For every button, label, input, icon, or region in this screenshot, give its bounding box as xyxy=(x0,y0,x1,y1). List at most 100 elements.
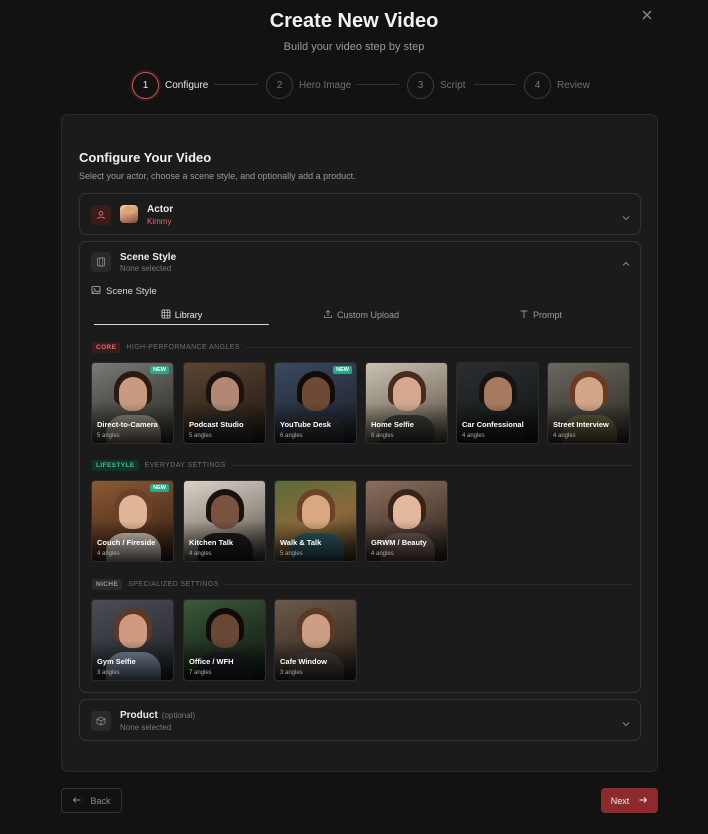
back-label: Back xyxy=(90,795,111,806)
tab-prompt[interactable]: Prompt xyxy=(453,305,628,325)
product-value: None selected xyxy=(120,723,172,732)
page-title: Create New Video xyxy=(269,10,439,32)
step-hero-image[interactable]: 2 Hero Image xyxy=(266,71,351,99)
tile-angles: 4 angles xyxy=(462,433,485,439)
new-badge: NEW xyxy=(150,484,169,492)
tab-custom-upload[interactable]: Custom Upload xyxy=(272,305,450,325)
scene-tile[interactable]: Office / WFH 7 angles xyxy=(183,599,266,681)
tile-name: Kitchen Talk xyxy=(189,538,234,547)
tile-name: Home Selfie xyxy=(371,420,414,429)
scene-tile[interactable]: Home Selfie 8 angles xyxy=(365,362,448,444)
panel-title: Configure Your Video xyxy=(79,150,212,165)
product-title: Product xyxy=(120,710,158,721)
scene-tile[interactable]: Podcast Studio 5 angles xyxy=(183,362,266,444)
arrow-left-icon xyxy=(72,795,82,807)
tile-name: Office / WFH xyxy=(189,657,234,666)
scene-tile[interactable]: Kitchen Talk 4 angles xyxy=(183,480,266,562)
tab-library[interactable]: Library xyxy=(94,305,269,325)
tile-angles: 3 angles xyxy=(97,670,120,676)
user-icon xyxy=(91,205,111,225)
tile-name: Cafe Window xyxy=(280,657,328,666)
step-number: 1 xyxy=(132,71,159,99)
section-header-core: CORE HIGH-PERFORMANCE ANGLES xyxy=(92,341,632,353)
tile-angles: 6 angles xyxy=(280,433,303,439)
field-label-text: Scene Style xyxy=(106,285,157,297)
tab-label: Library xyxy=(174,309,203,320)
section-badge: CORE xyxy=(92,341,121,353)
tile-name: Direct-to-Camera xyxy=(97,420,158,429)
scene-style-card: Scene Style None selected Scene Style Li… xyxy=(79,241,641,693)
section-label: HIGH-PERFORMANCE ANGLES xyxy=(126,343,240,351)
actor-title: Actor xyxy=(147,204,174,215)
divider xyxy=(224,583,632,585)
tile-angles: 4 angles xyxy=(553,433,576,439)
tile-name: Walk & Talk xyxy=(280,538,322,547)
tile-angles: 3 angles xyxy=(280,670,303,676)
tile-name: Gym Selfie xyxy=(97,657,136,666)
divider xyxy=(231,464,632,466)
actor-card[interactable]: Actor Kimmy xyxy=(79,193,641,235)
tile-angles: 7 angles xyxy=(189,670,212,676)
step-label: Script xyxy=(440,79,466,91)
tile-angles: 4 angles xyxy=(189,551,212,557)
package-icon xyxy=(91,711,111,731)
actor-value: Kimmy xyxy=(147,217,172,226)
scene-tile[interactable]: Gym Selfie 3 angles xyxy=(91,599,174,681)
chevron-down-icon[interactable] xyxy=(621,716,631,727)
step-review[interactable]: 4 Review xyxy=(524,71,590,99)
product-card[interactable]: Product (optional) None selected xyxy=(79,699,641,741)
scene-tile[interactable]: GRWM / Beauty 4 angles xyxy=(365,480,448,562)
step-number: 4 xyxy=(524,71,551,99)
scene-tile[interactable]: Street Interview 4 angles xyxy=(547,362,630,444)
tile-angles: 4 angles xyxy=(371,551,394,557)
page-subtitle: Build your video step by step xyxy=(283,41,425,53)
optional-label: (optional) xyxy=(161,711,196,720)
step-configure[interactable]: 1 Configure xyxy=(132,71,208,99)
text-icon xyxy=(519,309,529,321)
next-button[interactable]: Next xyxy=(601,788,658,813)
step-label: Configure xyxy=(165,79,209,91)
image-icon xyxy=(91,282,101,300)
grid-icon xyxy=(161,309,171,321)
tile-angles: 5 angles xyxy=(189,433,212,439)
configure-panel: Configure Your Video Select your actor, … xyxy=(61,114,658,772)
section-badge: LIFESTYLE xyxy=(92,459,139,471)
scene-tile[interactable]: Car Confessional 4 angles xyxy=(456,362,539,444)
step-number: 2 xyxy=(266,71,293,99)
upload-icon xyxy=(323,309,333,321)
scene-tile[interactable]: Cafe Window 3 angles xyxy=(274,599,357,681)
tile-angles: 8 angles xyxy=(371,433,394,439)
section-header-niche: NICHE SPECIALIZED SETTINGS xyxy=(92,578,632,590)
tile-name: YouTube Desk xyxy=(280,420,331,429)
chevron-down-icon[interactable] xyxy=(621,210,631,221)
tile-angles: 5 angles xyxy=(280,551,303,557)
stepper: 1 Configure 2 Hero Image 3 Script 4 Revi… xyxy=(0,71,708,99)
step-number: 3 xyxy=(407,71,434,99)
chevron-up-icon[interactable] xyxy=(621,256,631,266)
scene-tile[interactable]: NEW Couch / Fireside 4 angles xyxy=(91,480,174,562)
section-badge: NICHE xyxy=(92,578,123,590)
tile-angles: 5 angles xyxy=(97,433,120,439)
new-badge: NEW xyxy=(150,366,169,374)
back-button[interactable]: Back xyxy=(61,788,122,813)
scene-tabs: Library Custom Upload Prompt xyxy=(94,305,628,325)
step-label: Hero Image xyxy=(299,79,352,91)
step-script[interactable]: 3 Script xyxy=(407,71,466,99)
tile-name: GRWM / Beauty xyxy=(371,538,427,547)
tab-label: Prompt xyxy=(532,310,562,320)
tile-name: Car Confessional xyxy=(462,420,524,429)
section-header-lifestyle: LIFESTYLE EVERYDAY SETTINGS xyxy=(92,459,632,471)
section-label: EVERYDAY SETTINGS xyxy=(144,461,226,469)
scene-tile[interactable]: Walk & Talk 5 angles xyxy=(274,480,357,562)
tile-name: Podcast Studio xyxy=(189,420,244,429)
tile-name: Couch / Fireside xyxy=(97,538,156,547)
divider xyxy=(245,346,632,348)
film-icon xyxy=(91,252,111,272)
scene-tile[interactable]: NEW YouTube Desk 6 angles xyxy=(274,362,357,444)
tab-label: Custom Upload xyxy=(336,310,400,320)
scene-value: None selected xyxy=(120,264,172,273)
product-title-row: Product (optional) xyxy=(120,710,195,721)
scene-tile[interactable]: NEW Direct-to-Camera 5 angles xyxy=(91,362,174,444)
step-label: Review xyxy=(557,79,590,91)
scene-title: Scene Style xyxy=(120,252,177,263)
